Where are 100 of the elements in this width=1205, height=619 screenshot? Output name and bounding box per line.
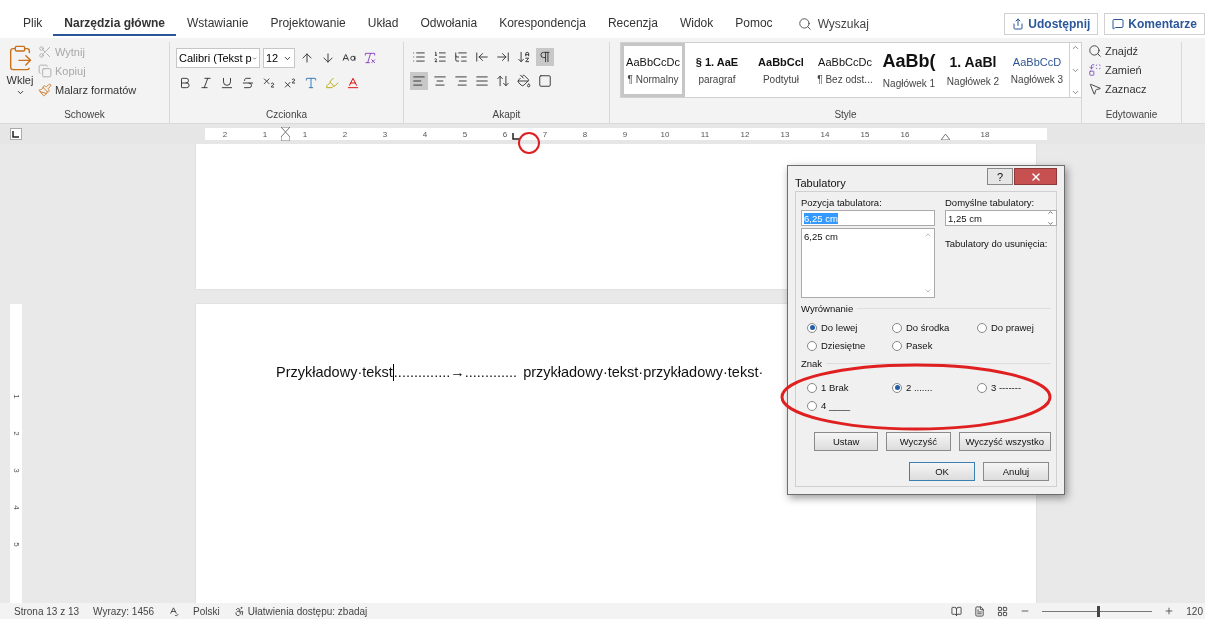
dialog-button[interactable]: Wyczyść wszystko [958,432,1051,451]
ruler-number: 6 [502,129,508,139]
dialog-button[interactable]: Ustaw [814,432,879,451]
ruler-number: 2 [222,129,228,139]
radio-option[interactable]: Do lewej [807,322,892,333]
radio-option[interactable]: 4 ____ [807,400,892,411]
share-button[interactable]: Udostępnij [1004,13,1099,35]
print-layout-icon [974,605,986,617]
ruler-number: 11 [700,129,710,139]
ribbon-tab[interactable]: Recenzja [596,12,669,36]
tab-stop-icon[interactable] [512,133,519,140]
editing-command[interactable]: Zaznacz [1088,82,1147,96]
word-count[interactable]: Wyrazy: 1456 [93,605,155,617]
radio-option[interactable]: 2 ....... [892,382,977,393]
ruler-number: 13 [780,129,790,139]
default-tabs-field[interactable]: 1,25 cm [945,210,1057,226]
scissors-icon [38,45,52,59]
expand-icon [1071,88,1080,97]
editing-command[interactable]: Zamień [1088,63,1147,77]
group-label: Akapit [491,109,522,122]
style-item[interactable]: AaBbCcD Nagłówek 3 [1005,43,1069,97]
text-cursor [392,364,394,381]
help-button[interactable]: ? [987,168,1013,185]
ruler-number: 2 [11,431,21,436]
close-button[interactable] [1014,168,1057,185]
proofing-icon [168,605,180,617]
scroll-down-icon [924,287,932,295]
pilcrow-icon[interactable] [536,48,554,66]
ruler-number: 16 [900,129,910,139]
field-label: Tabulatory do usunięcia: [945,238,1049,249]
ribbon-tab[interactable]: Widok [668,12,725,36]
style-item[interactable]: AaBbCcDc ¶ Normalny [621,43,685,97]
tab-leader: ..............→............. [393,364,518,380]
style-item[interactable]: AaBbCcDc ¶ Bez odst... [813,43,877,97]
indent-marker-icon[interactable] [281,127,290,141]
radio-option[interactable]: Dziesiętne [807,340,892,351]
ribbon-tab[interactable]: Układ [356,12,410,36]
accessibility-status[interactable]: Ułatwienia dostępu: zbadaj [247,605,368,617]
ruler-number: 2 [342,129,348,139]
ruler-number: 18 [980,129,990,139]
ribbon-tab[interactable]: Odwołania [409,12,489,36]
paste-button[interactable]: Wklej [6,74,34,86]
ruler-number: 8 [582,129,588,139]
radio-option[interactable]: Do prawej [977,322,1062,333]
radio-option[interactable]: Pasek [892,340,977,351]
align-icon[interactable] [410,72,428,90]
group-label: Edytowanie [1104,109,1159,122]
read-mode-icon [951,605,963,617]
document-text: przykładowy·tekst·przykładowy·tekst· [523,364,764,380]
tab-stop-list[interactable]: 6,25 cm [801,228,935,298]
tab-selector-icon[interactable] [10,128,22,140]
ruler-number: 4 [422,129,428,139]
search-field[interactable]: Wyszukaj [817,17,869,31]
spin-down-icon [1047,220,1054,227]
ribbon-tab[interactable]: Narzędzia główne [53,12,177,36]
ruler-number: 5 [462,129,468,139]
ribbon-tab[interactable]: Wstawianie [176,12,260,36]
comments-button[interactable]: Komentarze [1104,13,1205,35]
pointer-icon [1088,82,1102,96]
cancel-button[interactable]: Anuluj [983,462,1049,481]
web-layout-icon [997,605,1009,617]
zoom-in-icon[interactable] [1164,606,1175,616]
shading-icon[interactable] [515,72,533,90]
zoom-thumb[interactable] [1097,605,1101,617]
style-item[interactable]: AaBbCcl Podtytuł [749,43,813,97]
radio-option[interactable]: Do środka [892,322,977,333]
ribbon-tab[interactable]: Projektowanie [259,12,357,36]
dialog-button[interactable]: Wyczyść [886,432,951,451]
search-icon [797,17,812,31]
clipboard-command[interactable]: Malarz formatów [38,83,137,97]
radio-option[interactable]: 1 Brak [807,382,892,393]
style-item[interactable]: AaBb( Nagłówek 1 [877,43,941,97]
section-label: Znak [801,358,823,369]
ruler-number: 1 [262,129,268,139]
ribbon-tab[interactable]: Korespondencja [488,12,597,36]
indent-marker-icon[interactable] [940,133,950,140]
borders-icon[interactable] [536,72,554,90]
editing-command[interactable]: Znajdź [1088,44,1147,58]
font-name-field[interactable]: Calibri (Tekst p [176,48,260,68]
zoom-level[interactable]: 120 [1186,605,1203,617]
comment-icon [1112,18,1125,30]
field-label: Domyślne tabulatory: [945,197,1036,208]
font-size-field[interactable]: 12 [263,48,295,68]
style-item[interactable]: § 1. AaE paragraf [685,43,749,97]
page-count[interactable]: Strona 13 z 13 [14,605,80,617]
copy-icon [38,64,52,78]
radio-option[interactable]: 3 ------- [977,382,1062,393]
ribbon-tab[interactable]: Pomoc [724,12,784,36]
ruler-number: 9 [622,129,628,139]
spin-up-icon [1047,209,1054,216]
replace-icon [1088,63,1102,77]
ribbon-tab[interactable]: Plik [12,12,54,36]
field-label: Pozycja tabulatora: [801,197,883,208]
style-item[interactable]: 1. AaBl Nagłówek 2 [941,43,1005,97]
language[interactable]: Polski [193,605,220,617]
ok-button[interactable]: OK [909,462,975,481]
list-item[interactable]: 6,25 cm [804,231,838,242]
ruler-number: 1 [11,394,21,399]
ruler-number: 5 [11,542,21,547]
close-icon [1029,170,1042,183]
